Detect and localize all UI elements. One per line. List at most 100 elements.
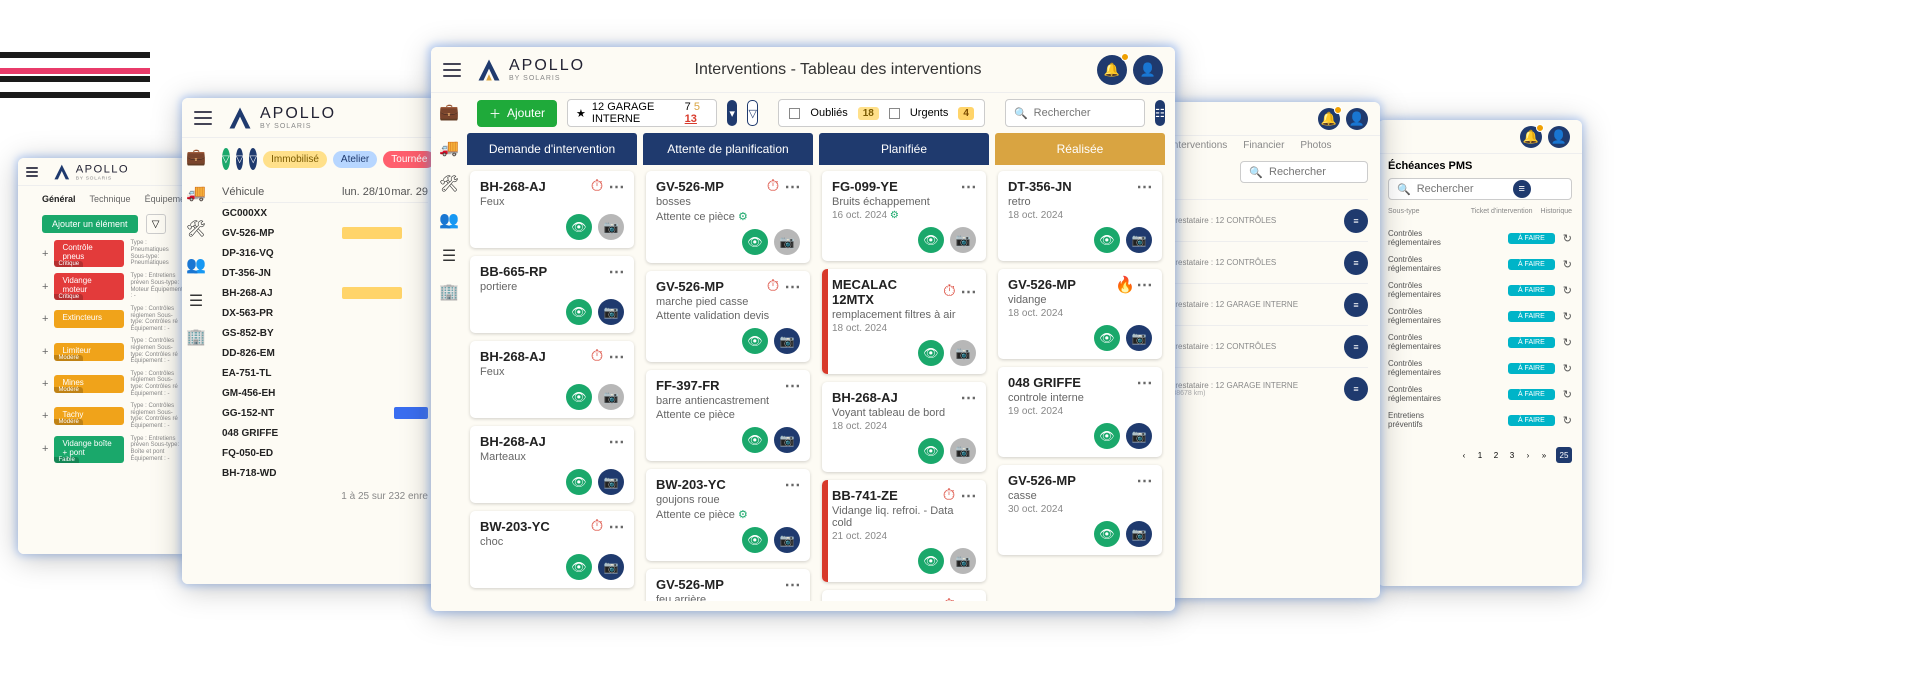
card-menu-button[interactable]: ⋯ [786,578,800,592]
todo-button[interactable]: À FAIRE [1508,259,1555,270]
view-button[interactable]: 👁 [918,340,944,366]
add-button[interactable]: ＋Ajouter [477,100,557,127]
expand-button[interactable]: + [42,313,48,325]
row-menu-button[interactable]: ≡ [1344,251,1368,275]
planning-row[interactable]: GG-152-NT [222,403,428,423]
photo-button[interactable]: 📷 [774,229,800,255]
intervention-card[interactable]: FG-099-YE⋯Bruits échappement16 oct. 2024… [822,171,986,261]
tab[interactable]: Photos [1300,140,1331,151]
sidebar-people-icon[interactable]: 👥 [439,211,459,229]
planning-row[interactable]: 048 GRIFFE [222,423,428,443]
planning-bar[interactable] [394,407,428,419]
expand-button[interactable]: + [42,248,48,260]
intervention-card[interactable]: GV-526-MP⋯feu arrièreAttente ce pièce👁📷 [646,569,810,601]
page-button[interactable]: › [1520,447,1536,463]
card-menu-button[interactable]: ⋯ [786,280,800,294]
intervention-card[interactable]: BB-741-ZE⏱⋯Vidange liq. refroi. - Data c… [822,480,986,582]
todo-button[interactable]: À FAIRE [1508,363,1555,374]
view-button[interactable]: 👁 [1094,521,1120,547]
notifications-button[interactable]: 🔔 [1318,108,1340,130]
intervention-card[interactable]: GV-526-MP⋯casse30 oct. 2024👁📷 [998,465,1162,555]
photo-button[interactable]: 📷 [1126,325,1152,351]
search-input[interactable] [1034,107,1124,119]
photo-button[interactable]: 📷 [1126,423,1152,449]
photo-button[interactable]: 📷 [774,427,800,453]
intervention-card[interactable]: GV-526-MP🔥⋯vidange18 oct. 2024👁📷 [998,269,1162,359]
notifications-button[interactable]: 🔔 [1097,55,1127,85]
todo-button[interactable]: À FAIRE [1508,389,1555,400]
checkbox-urgents[interactable] [889,108,900,119]
filter-pill[interactable]: ▽ [249,148,257,170]
card-menu-button[interactable]: ⋯ [610,520,624,534]
refresh-icon[interactable]: ↻ [1563,362,1572,375]
profile-button[interactable]: 👤 [1548,126,1570,148]
card-menu-button[interactable]: ⋯ [786,379,800,393]
card-menu-button[interactable]: ⋯ [1138,474,1152,488]
item-chip[interactable]: MinesModéré [54,375,124,393]
page-button[interactable]: » [1536,447,1552,463]
search-box[interactable]: 🔍 [1005,99,1145,127]
card-menu-button[interactable]: ⋯ [962,285,976,299]
expand-button[interactable]: + [42,346,48,358]
expand-button[interactable]: + [42,378,48,390]
per-page[interactable]: 25 [1556,447,1572,463]
intervention-card[interactable]: EN-966-WZ⏱⋯marche pied21 oct. 2024👁📷 [822,590,986,601]
view-button[interactable]: 👁 [1094,423,1120,449]
card-menu-button[interactable]: ⋯ [610,180,624,194]
planning-row[interactable]: GC000XX [222,203,428,223]
intervention-card[interactable]: MECALAC 12MTX⏱⋯remplacement filtres à ai… [822,269,986,374]
refresh-icon[interactable]: ↻ [1563,284,1572,297]
row-menu-button[interactable]: ≡ [1344,335,1368,359]
refresh-icon[interactable]: ↻ [1563,310,1572,323]
tab[interactable]: Interventions [1170,140,1227,151]
intervention-card[interactable]: BB-665-RP⋯portiere👁📷 [470,256,634,333]
profile-button[interactable]: 👤 [1133,55,1163,85]
view-button[interactable]: 👁 [566,384,592,410]
photo-button[interactable]: 📷 [950,548,976,574]
planning-row[interactable]: DD-826-EM [222,343,428,363]
filter-pill[interactable]: ▽ [222,148,230,170]
view-button[interactable]: 👁 [566,469,592,495]
status-pill[interactable]: Immobilisé [263,151,327,168]
planning-row[interactable]: EA-751-TL [222,363,428,383]
card-menu-button[interactable]: ⋯ [962,391,976,405]
sidebar-briefcase-icon[interactable]: 💼 [186,148,206,166]
planning-row[interactable]: DT-356-JN [222,263,428,283]
page-button[interactable]: 2 [1488,447,1504,463]
photo-button[interactable]: 📷 [598,469,624,495]
view-button[interactable]: 👁 [918,438,944,464]
sidebar-tools-icon[interactable]: 🛠 [439,175,459,193]
tab[interactable]: Financier [1243,140,1284,151]
card-menu-button[interactable]: ⋯ [962,599,976,602]
todo-button[interactable]: À FAIRE [1508,285,1555,296]
planning-bar[interactable] [342,227,402,239]
view-toggle-button[interactable]: ☷ [1155,100,1165,126]
view-button[interactable]: 👁 [1094,325,1120,351]
view-button[interactable]: 👁 [918,548,944,574]
menu-button[interactable] [26,167,38,177]
sidebar-truck-icon[interactable]: 🚚 [186,184,206,202]
sidebar-building-icon[interactable]: 🏢 [439,283,459,301]
view-button[interactable]: 👁 [742,229,768,255]
todo-button[interactable]: À FAIRE [1508,337,1555,348]
garage-selector[interactable]: ★ 12 GARAGE INTERNE 7 5 13 [567,99,717,127]
planning-row[interactable]: BH-268-AJ [222,283,428,303]
page-button[interactable]: 1 [1472,447,1488,463]
sidebar-truck-icon[interactable]: 🚚 [439,139,459,157]
row-menu-button[interactable]: ≡ [1344,209,1368,233]
view-button[interactable]: 👁 [566,214,592,240]
photo-button[interactable]: 📷 [950,227,976,253]
planning-row[interactable]: BH-718-WD [222,463,428,483]
card-menu-button[interactable]: ⋯ [610,265,624,279]
item-chip[interactable]: Contrôle pneusCritique [54,240,124,267]
expand-button[interactable]: + [42,410,48,422]
view-button[interactable]: 👁 [918,227,944,253]
photo-button[interactable]: 📷 [598,554,624,580]
photo-button[interactable]: 📷 [774,527,800,553]
card-menu-button[interactable]: ⋯ [1138,180,1152,194]
card-menu-button[interactable]: ⋯ [610,435,624,449]
refresh-icon[interactable]: ↻ [1563,258,1572,271]
refresh-icon[interactable]: ↻ [1563,414,1572,427]
status-pill[interactable]: Atelier [333,151,377,168]
intervention-card[interactable]: FF-397-FR⋯barre antiencastrementAttente … [646,370,810,461]
